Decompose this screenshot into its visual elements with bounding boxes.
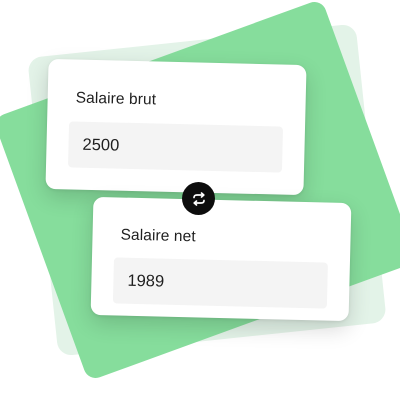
net-salary-card: Salaire net 1989 [90, 196, 352, 322]
swap-arrows-icon [191, 191, 207, 207]
net-salary-label: Salaire net [120, 226, 196, 246]
salary-converter-illustration: Salaire brut 2500 Salaire net 1989 [0, 0, 400, 400]
gross-salary-card: Salaire brut 2500 [45, 58, 307, 196]
net-salary-input[interactable]: 1989 [112, 257, 328, 309]
gross-salary-label: Salaire brut [75, 89, 157, 109]
swap-button[interactable] [182, 182, 215, 215]
gross-salary-input[interactable]: 2500 [67, 121, 284, 173]
